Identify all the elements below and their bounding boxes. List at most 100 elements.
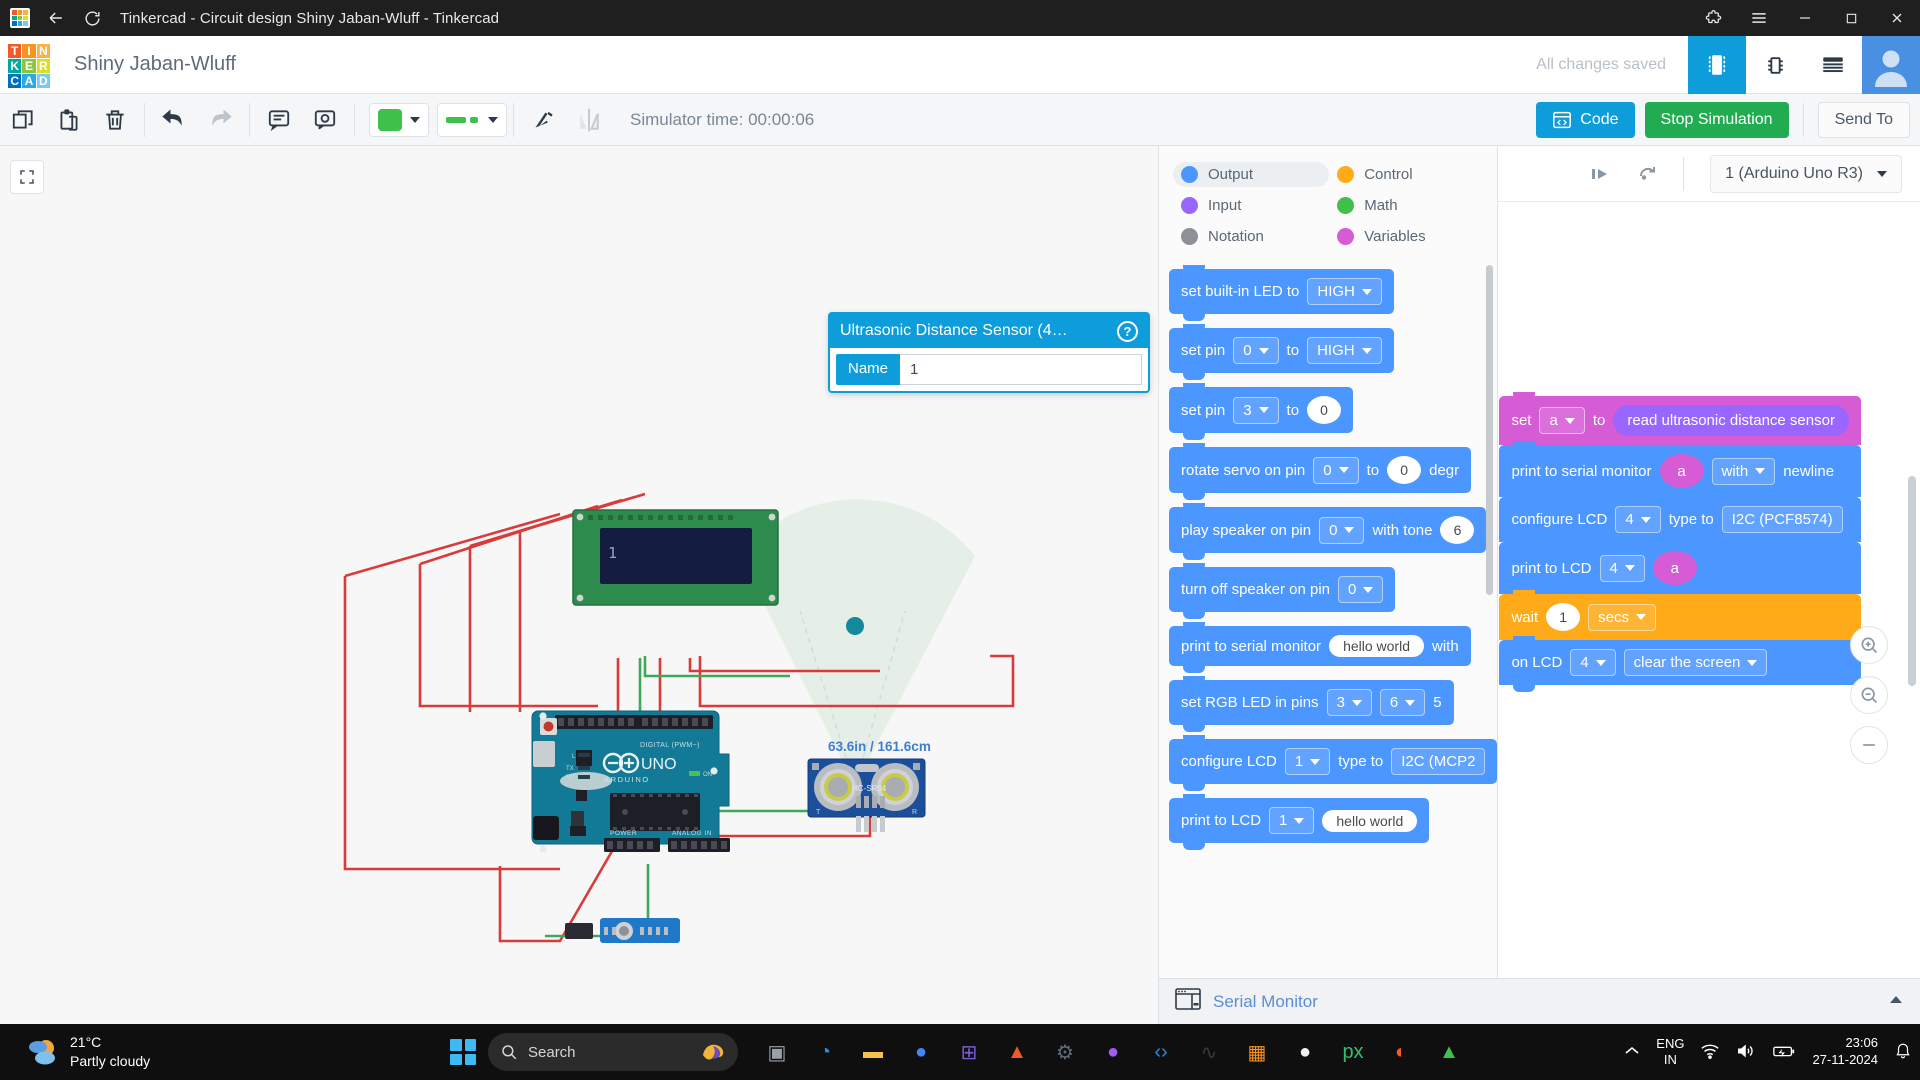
blocks-scrollbar[interactable] <box>1486 265 1493 595</box>
script-block-on-lcd-clear[interactable]: on LCD4clear the screen <box>1499 640 1861 685</box>
block-sensor-reporter[interactable]: read ultrasonic distance sensor <box>1613 405 1849 436</box>
notification-bell-icon[interactable] <box>1894 1042 1912 1063</box>
palette-block-set-pin-digital[interactable]: set pin0toHIGH <box>1169 328 1394 373</box>
rotate-icon[interactable] <box>520 94 566 146</box>
paste-icon[interactable] <box>46 94 92 146</box>
block-dropdown[interactable]: clear the screen <box>1624 649 1768 676</box>
block-dropdown[interactable]: secs <box>1588 604 1656 631</box>
minimize-button[interactable] <box>1782 0 1828 36</box>
palette-block-print-to-lcd[interactable]: print to LCD1hello world <box>1169 798 1429 843</box>
palette-block-set-rgb-led[interactable]: set RGB LED in pins365 <box>1169 680 1454 725</box>
windows-start-icon[interactable] <box>450 1039 476 1065</box>
block-dropdown[interactable]: 3 <box>1327 689 1372 716</box>
copy-icon[interactable] <box>0 94 46 146</box>
send-to-button[interactable]: Send To <box>1818 102 1910 138</box>
chrome-icon[interactable]: ● <box>900 1031 942 1073</box>
block-category-math[interactable]: Math <box>1329 193 1485 218</box>
block-dropdown[interactable]: 4 <box>1600 555 1645 582</box>
notes-icon[interactable] <box>256 94 302 146</box>
list-view-icon[interactable] <box>1804 36 1862 94</box>
name-input[interactable] <box>900 354 1142 385</box>
script-block-set-a-to[interactable]: setatoread ultrasonic distance sensor <box>1499 396 1861 445</box>
block-dropdown[interactable]: 4 <box>1570 649 1615 676</box>
block-number-input[interactable]: 6 <box>1440 516 1474 544</box>
chip-icon[interactable] <box>1746 36 1804 94</box>
block-category-control[interactable]: Control <box>1329 162 1485 187</box>
undo-icon[interactable] <box>151 94 197 146</box>
palette-block-turn-off-speaker[interactable]: turn off speaker on pin0 <box>1169 567 1395 612</box>
color-picker[interactable] <box>369 103 429 137</box>
palette-block-set-pin-analog[interactable]: set pin3to0 <box>1169 387 1353 433</box>
edge-icon[interactable]: ◔ <box>804 1031 846 1073</box>
block-variable-reporter[interactable]: a <box>1660 454 1704 488</box>
block-dropdown[interactable]: 6 <box>1380 689 1425 716</box>
battery-icon[interactable] <box>1772 1043 1796 1062</box>
palette-block-rotate-servo[interactable]: rotate servo on pin0to0degr <box>1169 447 1471 493</box>
tinkercad-logo[interactable]: TINKERCAD <box>8 44 50 86</box>
search-input[interactable]: Search <box>488 1033 738 1071</box>
script-block-wait-1-secs[interactable]: wait1secs <box>1499 594 1861 640</box>
help-icon[interactable]: ? <box>1117 321 1138 342</box>
settings-icon[interactable]: ⚙ <box>1044 1031 1086 1073</box>
taskbar-clock[interactable]: 23:06 27-11-2024 <box>1812 1035 1878 1069</box>
script-block-print-lcd-a[interactable]: print to LCD4a <box>1499 542 1861 594</box>
block-dropdown[interactable]: I2C (MCP2 <box>1391 748 1485 775</box>
script-block-print-serial-a[interactable]: print to serial monitorawithnewline <box>1499 445 1861 497</box>
block-number-input[interactable]: 0 <box>1307 396 1341 424</box>
block-dropdown[interactable]: a <box>1539 407 1584 434</box>
user-avatar[interactable] <box>1862 36 1920 94</box>
code-canvas[interactable]: 1 (Arduino Uno R3) setatoread ultrasonic… <box>1497 146 1920 1024</box>
block-dropdown[interactable]: HIGH <box>1307 337 1382 364</box>
block-dropdown[interactable]: 1 <box>1269 807 1314 834</box>
zoom-out-icon[interactable] <box>1850 676 1888 714</box>
block-dropdown[interactable]: 0 <box>1319 517 1364 544</box>
block-dropdown[interactable]: HIGH <box>1307 278 1382 305</box>
palette-block-configure-lcd[interactable]: configure LCD1type toI2C (MCP2 <box>1169 739 1497 784</box>
vscode-icon[interactable]: ‹› <box>1140 1031 1182 1073</box>
figma-icon[interactable]: ◐ <box>1380 1031 1422 1073</box>
code-script[interactable]: setatoread ultrasonic distance sensorpri… <box>1499 396 1861 685</box>
block-text-input[interactable]: hello world <box>1329 635 1424 657</box>
px-app-icon[interactable]: px <box>1332 1031 1374 1073</box>
weather-widget[interactable]: 21°C Partly cloudy <box>26 1033 150 1071</box>
mirror-icon[interactable] <box>566 94 612 146</box>
volume-icon[interactable] <box>1736 1042 1756 1063</box>
block-number-input[interactable]: 0 <box>1387 456 1421 484</box>
task-view-icon[interactable]: ▣ <box>756 1031 798 1073</box>
block-dropdown[interactable]: 1 <box>1285 748 1330 775</box>
blocks-list[interactable]: set built-in LED toHIGH set pin0toHIGH set… <box>1159 259 1497 1024</box>
reload-icon[interactable] <box>78 4 106 32</box>
block-category-notation[interactable]: Notation <box>1173 224 1329 249</box>
annotation-icon[interactable] <box>302 94 348 146</box>
block-dropdown[interactable]: I2C (PCF8574) <box>1722 506 1843 533</box>
wave-app-icon[interactable]: ∿ <box>1188 1031 1230 1073</box>
step-forward-icon[interactable] <box>1583 157 1617 191</box>
block-dropdown[interactable]: 0 <box>1313 457 1358 484</box>
block-number-input[interactable]: 1 <box>1546 603 1580 631</box>
wire-style-picker[interactable] <box>437 103 507 137</box>
block-dropdown[interactable]: 3 <box>1233 397 1278 424</box>
script-block-configure-lcd-4[interactable]: configure LCD4type toI2C (PCF8574) <box>1499 497 1861 542</box>
brave-icon[interactable]: ▲ <box>996 1031 1038 1073</box>
zoom-in-icon[interactable] <box>1850 626 1888 664</box>
block-category-output[interactable]: Output <box>1173 162 1329 187</box>
language-indicator[interactable]: ENG IN <box>1656 1036 1684 1069</box>
palette-block-play-speaker[interactable]: play speaker on pin0with tone6 <box>1169 507 1486 553</box>
file-explorer-icon[interactable]: ▬ <box>852 1031 894 1073</box>
palette-block-set-builtin-led[interactable]: set built-in LED toHIGH <box>1169 269 1394 314</box>
block-dropdown[interactable]: 0 <box>1233 337 1278 364</box>
maximize-button[interactable] <box>1828 0 1874 36</box>
code-vscrollbar[interactable] <box>1908 476 1916 686</box>
code-button[interactable]: Code <box>1536 102 1634 138</box>
block-variable-reporter[interactable]: a <box>1653 551 1697 585</box>
extensions-puzzle-icon[interactable] <box>1690 0 1736 36</box>
github-icon[interactable]: ● <box>1284 1031 1326 1073</box>
block-dropdown[interactable]: 4 <box>1615 506 1660 533</box>
zoom-fit-icon[interactable] <box>1850 726 1888 764</box>
wifi-icon[interactable] <box>1700 1042 1720 1063</box>
chevron-up-icon[interactable] <box>1888 993 1904 1011</box>
sensor-properties-popup[interactable]: Ultrasonic Distance Sensor (4… ? Name <box>828 312 1150 393</box>
block-text-input[interactable]: hello world <box>1322 810 1417 832</box>
stop-simulation-button[interactable]: Stop Simulation <box>1645 102 1789 138</box>
autodesk-icon[interactable]: ▲ <box>1428 1031 1470 1073</box>
